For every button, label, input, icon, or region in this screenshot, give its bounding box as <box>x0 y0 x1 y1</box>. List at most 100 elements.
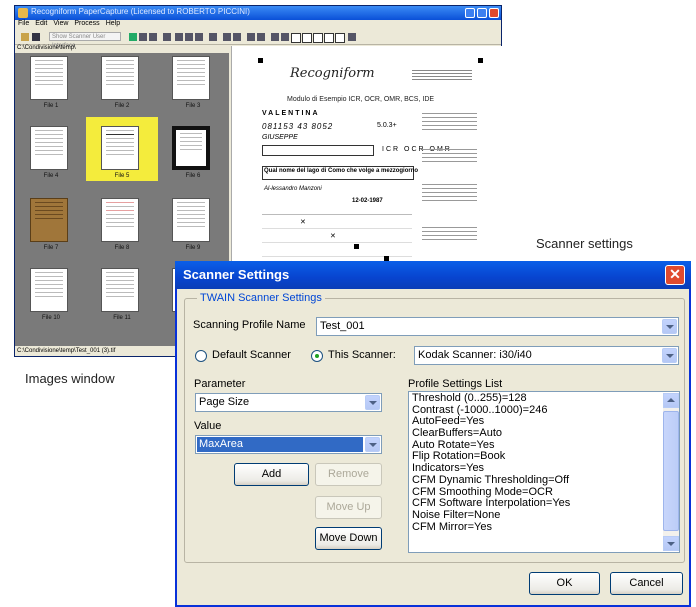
thumbnail-10[interactable]: File 10 <box>15 265 87 323</box>
brand-logo: Recogniform <box>290 66 375 81</box>
images-window-caption: Images window <box>25 371 115 386</box>
deskew-icon[interactable] <box>209 33 217 41</box>
parameter-label: Parameter <box>194 378 246 390</box>
thumbnail-3[interactable]: File 3 <box>157 53 229 111</box>
omr-grid: ✕ ✕ <box>262 214 412 264</box>
thumbnail-label: File 8 <box>114 245 130 251</box>
delete-icon[interactable] <box>163 33 171 41</box>
app-title-bar: Recogniform PaperCapture (Licensed to RO… <box>15 6 501 20</box>
thumbnail-7[interactable]: File 7 <box>15 195 87 253</box>
app-icon <box>18 8 28 18</box>
menu-bar: File Edit View Process Help <box>15 20 501 30</box>
form-subtitle: Modulo di Esempio ICR, OCR, OMR, BCS, ID… <box>287 96 435 103</box>
form-box-field <box>262 145 374 156</box>
ok-button[interactable]: OK <box>529 572 600 595</box>
default-scanner-radio[interactable] <box>195 350 207 362</box>
menu-view[interactable]: View <box>53 20 68 27</box>
profile-settings-list[interactable]: Threshold (0..255)=128 Contrast (-1000..… <box>408 391 680 553</box>
list-item[interactable]: Threshold (0..255)=128 <box>412 392 660 405</box>
default-scanner-label[interactable]: Default Scanner <box>212 349 291 361</box>
thumbnail-4[interactable]: File 4 <box>15 123 87 181</box>
zoom-out-icon[interactable] <box>281 33 289 41</box>
chevron-down-icon[interactable] <box>365 395 380 410</box>
list-item[interactable]: CFM Dynamic Thresholding=Off <box>412 474 660 487</box>
rotate-icon[interactable] <box>175 33 183 41</box>
chevron-down-icon[interactable] <box>365 437 380 452</box>
form-name-field: VALENTINA <box>262 110 320 117</box>
value-select[interactable]: MaxArea <box>195 435 382 454</box>
open-icon[interactable] <box>21 33 29 41</box>
thumbnail-label: File 10 <box>41 315 60 321</box>
fit-width-icon[interactable] <box>302 33 312 43</box>
maximize-icon[interactable] <box>477 8 487 18</box>
save-icon[interactable] <box>32 33 40 41</box>
thumbnail-label: File 2 <box>114 103 130 109</box>
zoom-in-icon[interactable] <box>271 33 279 41</box>
thumbnail-5-selected[interactable]: File 5 <box>86 117 158 181</box>
menu-help[interactable]: Help <box>106 20 120 27</box>
crop-icon[interactable] <box>195 33 203 41</box>
value-selected: MaxArea <box>197 437 363 452</box>
thumbnail-label: File 11 <box>113 315 131 321</box>
fit-page-icon[interactable] <box>291 33 301 43</box>
scan-all-icon[interactable] <box>149 33 157 41</box>
scroll-down-icon[interactable] <box>663 536 679 551</box>
single-page-icon[interactable] <box>324 33 334 43</box>
scanner-interface-toggle[interactable]: Show Scanner User Interface <box>49 32 121 49</box>
profile-name-combo[interactable]: Test_001 <box>316 317 679 336</box>
scanner-select[interactable]: Kodak Scanner: i30/i40 <box>414 346 679 365</box>
redo-icon[interactable] <box>257 33 265 41</box>
this-scanner-radio[interactable] <box>311 350 323 362</box>
remove-button[interactable]: Remove <box>315 463 382 486</box>
list-scrollbar[interactable] <box>663 393 679 551</box>
omr-mark <box>354 244 359 249</box>
menu-process[interactable]: Process <box>74 20 99 27</box>
form-code: 5.0.3+ <box>377 122 397 129</box>
scroll-up-icon[interactable] <box>663 393 679 408</box>
cancel-button[interactable]: Cancel <box>610 572 683 595</box>
list-item[interactable]: CFM Mirror=Yes <box>412 521 660 534</box>
close-icon[interactable]: ✕ <box>665 265 685 285</box>
twain-settings-group: TWAIN Scanner Settings Scanning Profile … <box>184 292 685 563</box>
form-date: 12-02-1987 <box>352 198 383 204</box>
thumbnail-6[interactable]: File 6 <box>157 123 229 181</box>
thumbnail-1[interactable]: File 1 <box>15 53 87 111</box>
move-up-button[interactable]: Move Up <box>315 496 382 519</box>
this-scanner-label[interactable]: This Scanner: <box>328 349 396 361</box>
thumbnail-view-icon[interactable] <box>335 33 345 43</box>
thumbnail-8[interactable]: File 8 <box>86 195 158 253</box>
profile-settings-list-label: Profile Settings List <box>408 378 503 390</box>
parameter-select[interactable]: Page Size <box>195 393 382 412</box>
move-down-button[interactable]: Move Down <box>315 527 382 550</box>
minimize-icon[interactable] <box>465 8 475 18</box>
list-item[interactable]: Noise Filter=None <box>412 509 660 522</box>
registration-mark <box>478 58 483 63</box>
chevron-down-icon[interactable] <box>662 319 677 334</box>
form-question: Qual nome del lago di Como che volge a m… <box>264 168 419 174</box>
thumbnail-9[interactable]: File 9 <box>157 195 229 253</box>
actual-size-icon[interactable] <box>313 33 323 43</box>
menu-file[interactable]: File <box>18 20 29 27</box>
current-file-path: C:\Condivisione\temp\Test_001 (3).tif <box>17 348 116 354</box>
border-icon[interactable] <box>233 33 241 41</box>
scanner-settings-dialog: Scanner Settings ✕ TWAIN Scanner Setting… <box>175 261 691 607</box>
close-icon[interactable] <box>489 8 499 18</box>
scan-icon[interactable] <box>129 33 137 41</box>
scan-batch-icon[interactable] <box>139 33 147 41</box>
print-icon[interactable] <box>348 33 356 41</box>
undo-icon[interactable] <box>247 33 255 41</box>
despeckle-icon[interactable] <box>223 33 231 41</box>
chevron-down-icon[interactable] <box>662 348 677 363</box>
thumbnail-label: File 7 <box>43 245 59 251</box>
form-name2-field: GIUSEPPE <box>262 134 298 141</box>
profile-name-value: Test_001 <box>320 320 365 332</box>
parameter-value: Page Size <box>199 396 250 408</box>
add-button[interactable]: Add <box>234 463 309 486</box>
scroll-thumb[interactable] <box>663 411 679 531</box>
flip-icon[interactable] <box>185 33 193 41</box>
profile-name-label: Scanning Profile Name <box>193 319 306 331</box>
thumbnail-2[interactable]: File 2 <box>86 53 158 111</box>
thumbnail-11[interactable]: File 11 <box>86 265 158 323</box>
menu-edit[interactable]: Edit <box>35 20 47 27</box>
list-item[interactable]: ClearBuffers=Auto <box>412 427 660 440</box>
